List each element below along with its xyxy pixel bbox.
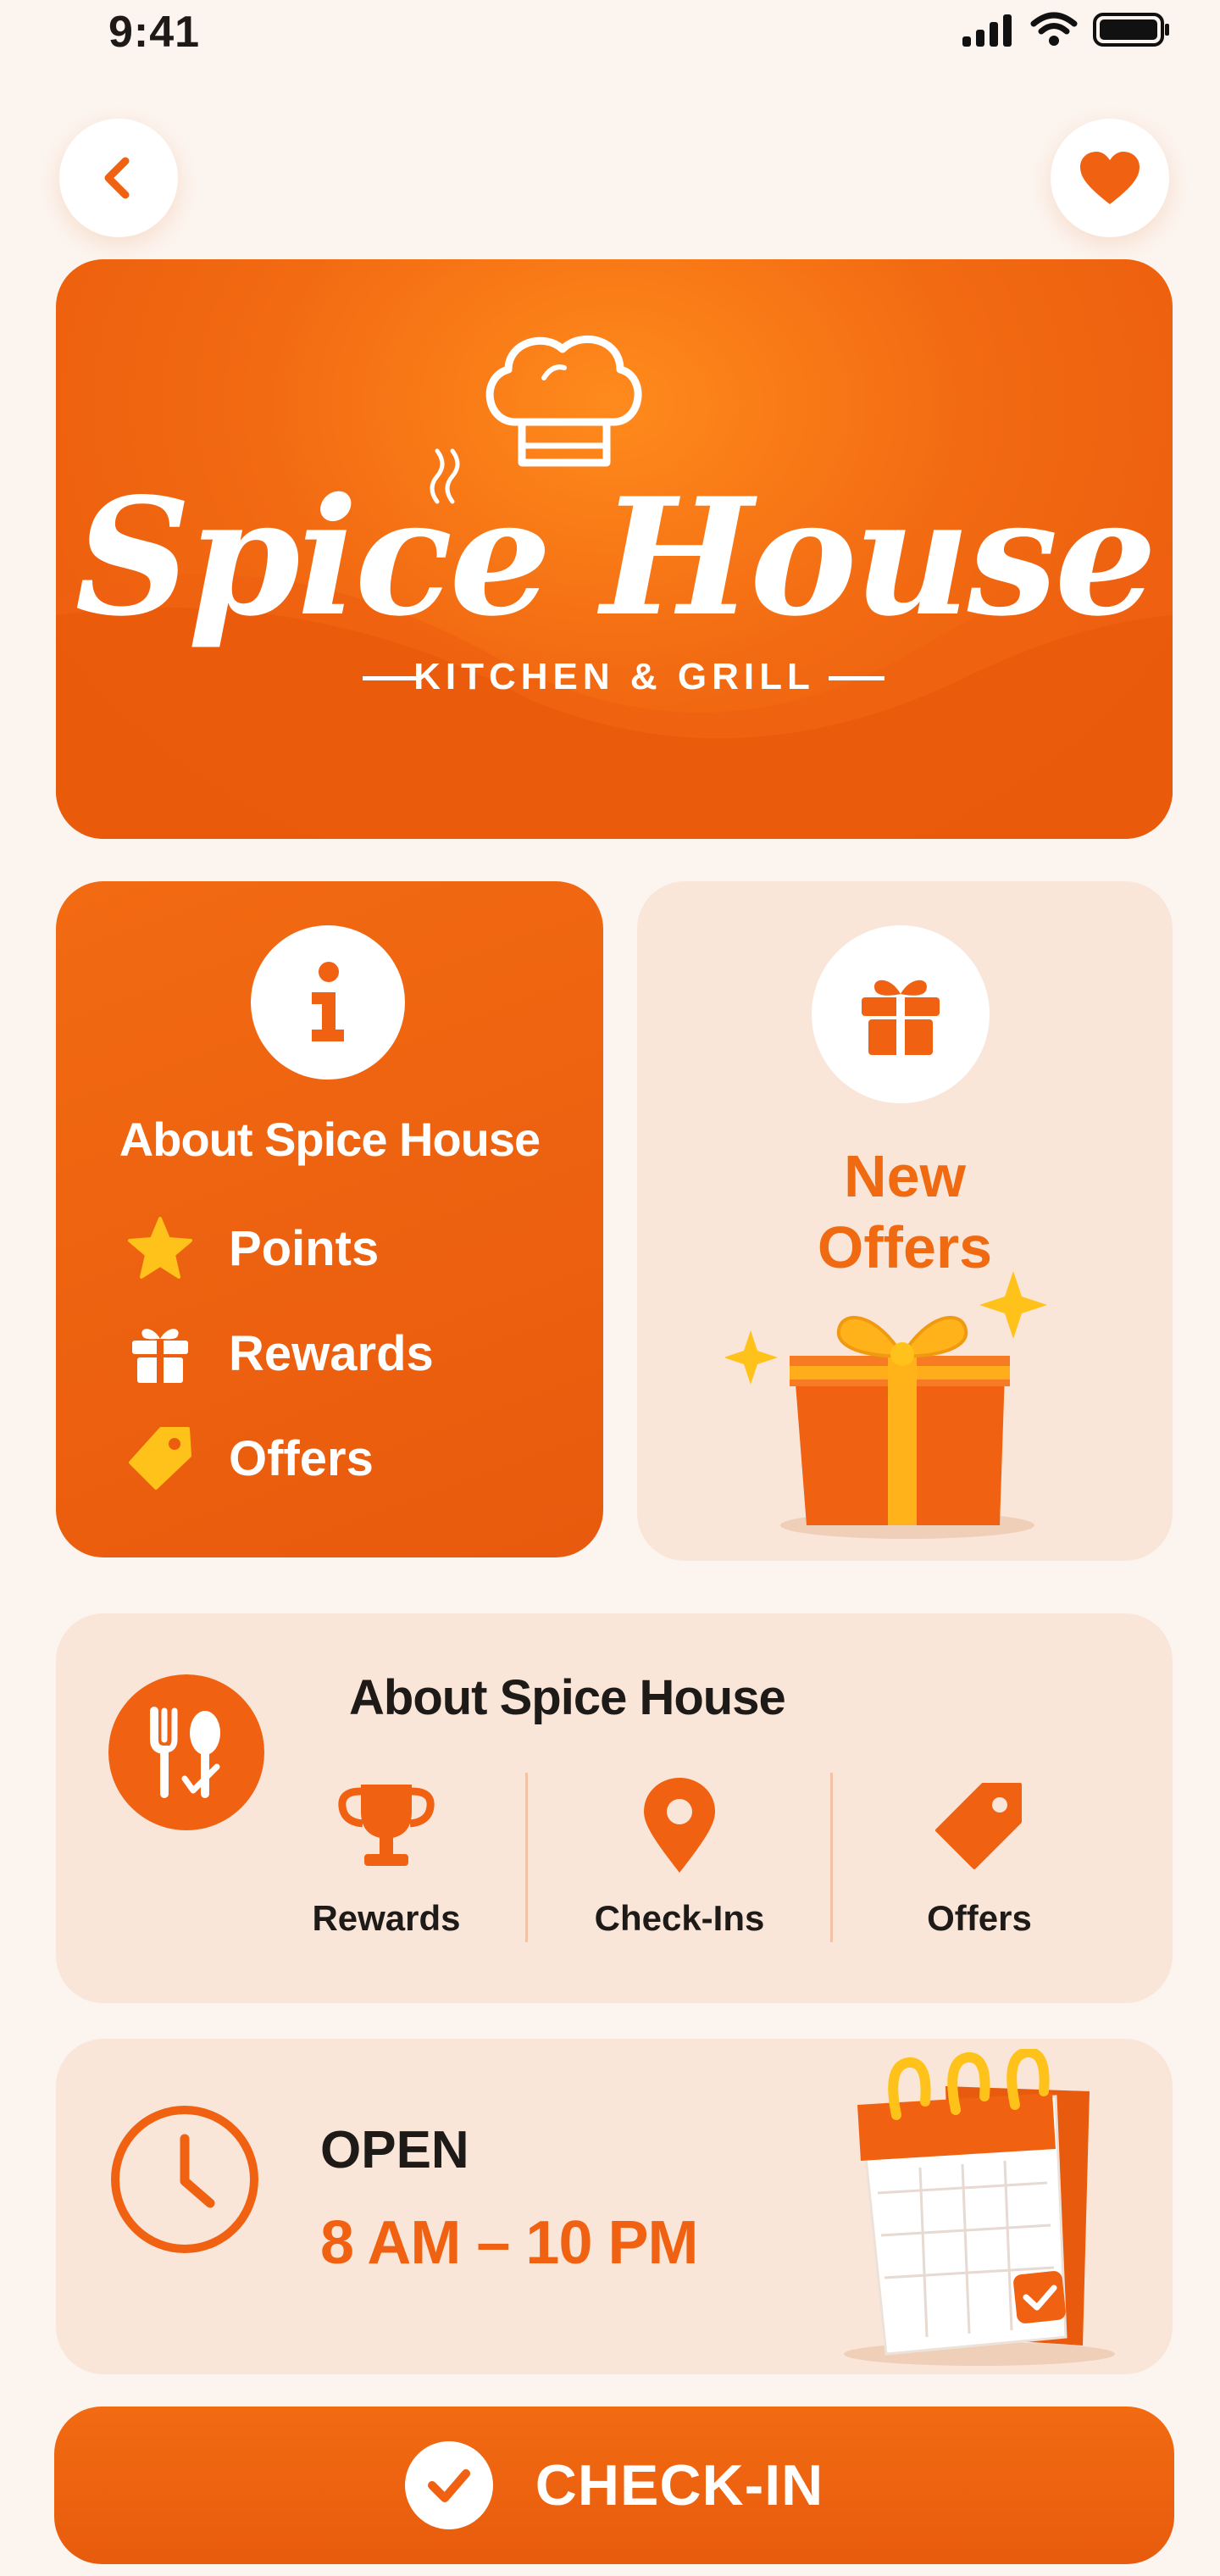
about-stats-card: About Spice House Rewards Check-Ins Offe…	[56, 1613, 1173, 2003]
stat-label: Rewards	[312, 1898, 461, 1938]
location-pin-icon	[644, 1778, 715, 1873]
open-status: OPEN	[320, 2121, 469, 2179]
battery-icon	[1093, 13, 1169, 47]
new-offers-card[interactable]: New Offers	[637, 881, 1173, 1561]
check-in-label: CHECK-IN	[535, 2453, 824, 2518]
gift-icon	[862, 980, 940, 1055]
status-icons	[962, 12, 1171, 47]
status-time: 9:41	[108, 8, 201, 57]
stat-rewards[interactable]: Rewards	[242, 1774, 530, 1939]
offers-title: New Offers	[817, 1143, 993, 1280]
tag-icon	[935, 1783, 1022, 1869]
stat-offers[interactable]: Offers	[835, 1774, 1123, 1939]
chef-hat-icon	[485, 335, 642, 467]
trophy-icon	[338, 1785, 435, 1866]
about-card[interactable]: About Spice House Points Rewards Offers	[56, 881, 603, 1557]
heart-icon	[1080, 152, 1140, 204]
check-in-button[interactable]: CHECK-IN	[54, 2407, 1174, 2564]
stat-label: Offers	[927, 1898, 1032, 1938]
about-item-rewards[interactable]: Rewards	[127, 1320, 434, 1386]
stats-title: About Spice House	[349, 1670, 786, 1725]
chevron-left-icon	[104, 157, 130, 199]
gift-icon	[132, 1329, 188, 1383]
back-button[interactable]	[59, 119, 178, 237]
tag-icon	[129, 1427, 191, 1490]
restaurant-badge	[108, 1674, 264, 1830]
about-item-label: Points	[229, 1220, 380, 1276]
stat-divider	[525, 1773, 528, 1942]
opening-hours-card: OPEN 8 AM – 10 PM	[56, 2039, 1173, 2374]
favorite-button[interactable]	[1051, 119, 1169, 237]
star-icon	[128, 1217, 192, 1279]
clock-icon	[111, 2106, 258, 2253]
offers-badge	[812, 925, 990, 1103]
stat-check-ins[interactable]: Check-Ins	[535, 1774, 824, 1939]
calendar-illustration	[844, 2049, 1115, 2366]
check-icon	[427, 2469, 470, 2502]
gift-box-illustration	[725, 1271, 1047, 1539]
about-card-title: About Spice House	[119, 1113, 541, 1166]
stat-divider	[830, 1773, 833, 1942]
stat-label: Check-Ins	[594, 1898, 765, 1938]
hero-banner: Spice House KITCHEN & GRILL	[56, 259, 1173, 839]
signal-icon	[962, 14, 1012, 47]
info-icon	[312, 962, 344, 1041]
wifi-icon	[1030, 12, 1078, 46]
restaurant-name: Spice House	[75, 463, 1156, 652]
about-item-label: Rewards	[229, 1325, 434, 1381]
info-badge	[251, 925, 405, 1080]
check-badge	[404, 2441, 493, 2529]
about-item-label: Offers	[229, 1430, 374, 1486]
cutlery-icon	[150, 1707, 220, 1798]
about-item-offers[interactable]: Offers	[127, 1425, 374, 1491]
about-item-points[interactable]: Points	[127, 1215, 379, 1281]
opening-hours: 8 AM – 10 PM	[320, 2209, 698, 2277]
restaurant-tagline: KITCHEN & GRILL	[413, 656, 815, 697]
